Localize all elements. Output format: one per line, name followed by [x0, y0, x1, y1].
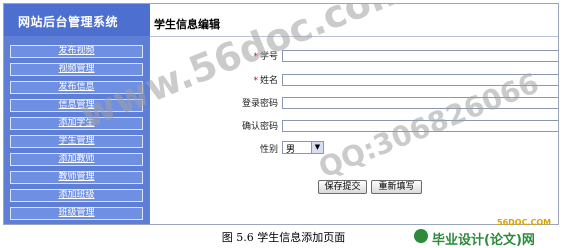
- sidebar-item-video-manage[interactable]: 视频管理: [10, 63, 143, 76]
- sidebar-item-info-manage[interactable]: 信息管理: [10, 99, 143, 112]
- sidebar-title: 网站后台管理系统: [18, 15, 119, 29]
- sidebar-item-add-teacher[interactable]: 添加教师: [10, 153, 143, 166]
- required-mark: *: [253, 76, 258, 86]
- sidebar-item-student-manage[interactable]: 学生管理: [10, 135, 143, 148]
- site-logo-text: 56DOC.COM: [497, 218, 552, 227]
- sidebar-item-post-info[interactable]: 发布信息: [10, 81, 143, 94]
- required-mark: *: [253, 52, 258, 62]
- name-label: * 姓名: [253, 76, 278, 86]
- page-title: 学生信息编辑: [154, 18, 220, 31]
- password-input[interactable]: [282, 97, 558, 109]
- student-id-label: * 学号: [253, 52, 278, 62]
- reset-button[interactable]: 重新填写: [371, 180, 422, 194]
- gender-value: 男: [286, 145, 296, 155]
- confirm-password-input[interactable]: [282, 120, 558, 132]
- confirm-password-label: 确认密码: [241, 122, 278, 132]
- submit-button[interactable]: 保存提交: [318, 180, 367, 194]
- sidebar-item-add-student[interactable]: 添加学生: [10, 117, 143, 130]
- sidebar-item-teacher-manage[interactable]: 教师管理: [10, 171, 143, 184]
- title-divider: [150, 36, 558, 37]
- brand-name: 毕业设计(论文)网: [432, 233, 535, 248]
- name-input[interactable]: [282, 74, 558, 86]
- sidebar-item-post-video[interactable]: 发布视频: [10, 45, 143, 58]
- brand-logo-icon: [414, 229, 428, 243]
- sidebar-item-add-class[interactable]: 添加班级: [10, 189, 143, 202]
- app-window: 网站后台管理系统 发布视频 视频管理 发布信息 信息管理 添加学生 学生管理 添…: [3, 3, 559, 225]
- password-label: 登录密码: [241, 99, 278, 109]
- chevron-down-icon[interactable]: ▼: [311, 142, 323, 153]
- main-panel: 学生信息编辑 * 学号 * 姓名 登录密码 确认密码 性别 男 ▼ 保存提交 重新填…: [150, 4, 558, 224]
- student-id-input[interactable]: [282, 50, 558, 62]
- gender-label: 性别: [259, 145, 278, 155]
- gender-select[interactable]: 男 ▼: [282, 141, 324, 155]
- sidebar-item-class-manage[interactable]: 班级管理: [10, 207, 143, 220]
- sidebar: 网站后台管理系统 发布视频 视频管理 发布信息 信息管理 添加学生 学生管理 添…: [4, 4, 150, 224]
